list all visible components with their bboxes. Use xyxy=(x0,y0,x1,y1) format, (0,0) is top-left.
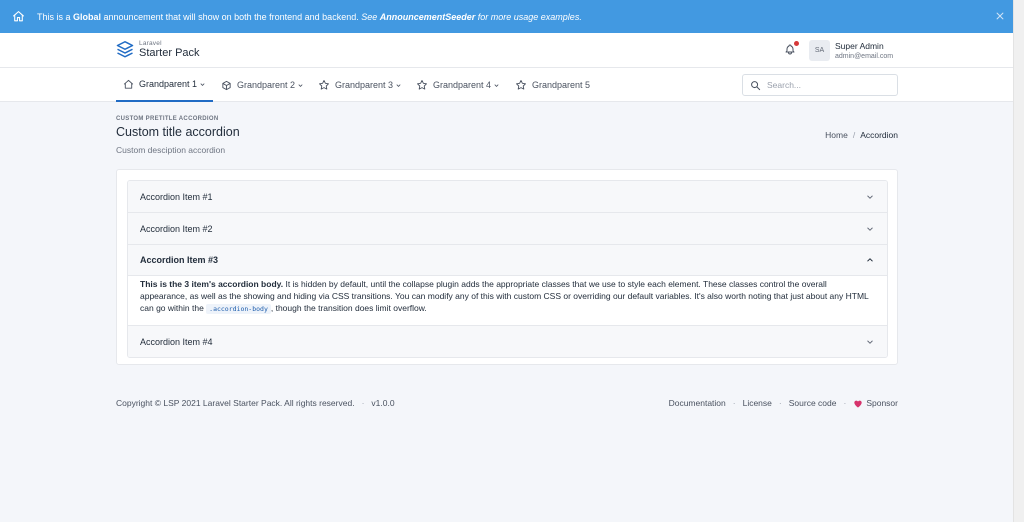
sponsor-link[interactable]: Sponsor xyxy=(853,398,898,408)
accordion: Accordion Item #1 Accordion Item #2 Acco… xyxy=(127,180,888,358)
star-icon xyxy=(416,79,428,91)
nav-label: Grandparent 5 xyxy=(532,80,591,90)
home-icon xyxy=(12,10,25,23)
user-email: admin@email.com xyxy=(835,53,894,60)
license-link[interactable]: License xyxy=(743,398,772,408)
announcement-suffix: for more usage examples. xyxy=(475,11,582,22)
accordion-title: Accordion Item #3 xyxy=(140,255,219,265)
version-link[interactable]: v1.0.0 xyxy=(371,398,394,408)
nav-item-grandparent-2[interactable]: Grandparent 2 xyxy=(221,68,304,102)
home-icon xyxy=(123,79,134,90)
sponsor-label: Sponsor xyxy=(866,398,898,408)
user-name[interactable]: Super Admin xyxy=(835,41,884,51)
nav-label: Grandparent 4 xyxy=(433,80,492,90)
accordion-body: This is the 3 item's accordion body. It … xyxy=(128,276,887,325)
page-title: Custom title accordion xyxy=(116,125,240,139)
copyright-text: Copyright © LSP 2021 Laravel Starter Pac… xyxy=(116,398,355,408)
footer-left: Copyright © LSP 2021 Laravel Starter Pac… xyxy=(116,398,395,408)
accordion-title: Accordion Item #1 xyxy=(140,191,213,202)
footer-separator: · xyxy=(778,398,782,408)
accordion-header[interactable]: Accordion Item #1 xyxy=(128,181,887,212)
accordion-header[interactable]: Accordion Item #3 xyxy=(128,245,887,276)
accordion-body-code: .accordion-body xyxy=(206,304,271,314)
chevron-down-icon xyxy=(297,82,304,89)
chevron-down-icon xyxy=(865,224,875,234)
announcement-bar: This is a Global announcement that will … xyxy=(0,0,1013,33)
chevron-up-icon xyxy=(865,255,875,265)
announcement-seeder: AnnouncementSeeder xyxy=(379,11,476,22)
topbar: Laravel Starter Pack SA Super Admin admi… xyxy=(0,33,1013,68)
star-icon xyxy=(515,79,527,91)
nav-item-grandparent-1[interactable]: Grandparent 1 xyxy=(116,68,213,102)
accordion-body-text-end: , though the transition does limit overf… xyxy=(270,303,427,313)
package-icon xyxy=(221,80,232,91)
announcement-see: See xyxy=(361,11,380,22)
heart-icon xyxy=(853,399,863,408)
nav-label: Grandparent 1 xyxy=(139,79,198,89)
chevron-down-icon xyxy=(493,82,500,89)
main-nav: Grandparent 1 Grandparent 2 Grandparent … xyxy=(0,68,1013,102)
nav-label: Grandparent 3 xyxy=(335,80,394,90)
nav-item-grandparent-4[interactable]: Grandparent 4 xyxy=(416,68,500,102)
accordion-item: Accordion Item #2 xyxy=(128,213,887,245)
announcement-bold: Global xyxy=(73,11,102,22)
documentation-link[interactable]: Documentation xyxy=(669,398,726,408)
accordion-body-strong: This is the 3 item's accordion body. xyxy=(140,279,284,289)
accordion-item-open: Accordion Item #3 This is the 3 item's a… xyxy=(128,245,887,326)
accordion-title: Accordion Item #2 xyxy=(140,223,213,234)
search-box[interactable] xyxy=(742,74,898,96)
footer-separator: · xyxy=(732,398,736,408)
chevron-down-icon xyxy=(865,192,875,202)
close-icon[interactable] xyxy=(995,11,1005,21)
page-description: Custom desciption accordion xyxy=(116,145,226,155)
footer-separator: · xyxy=(361,398,365,408)
nav-label: Grandparent 2 xyxy=(237,80,296,90)
accordion-item: Accordion Item #4 xyxy=(128,326,887,357)
layers-icon xyxy=(116,40,134,60)
breadcrumb: Home / Accordion xyxy=(825,130,898,140)
footer-separator: · xyxy=(843,398,847,408)
announcement-prefix: This is a xyxy=(37,11,74,22)
breadcrumb-current: Accordion xyxy=(860,130,898,140)
search-icon xyxy=(750,80,761,91)
nav-item-grandparent-3[interactable]: Grandparent 3 xyxy=(318,68,402,102)
footer-links: Documentation · License · Source code · … xyxy=(669,398,898,408)
accordion-card: Accordion Item #1 Accordion Item #2 Acco… xyxy=(116,169,898,365)
chevron-down-icon xyxy=(199,81,206,88)
breadcrumb-separator: / xyxy=(852,130,856,140)
notification-badge xyxy=(794,41,799,46)
avatar[interactable]: SA xyxy=(809,40,830,61)
announcement-text: This is a Global announcement that will … xyxy=(37,12,582,22)
breadcrumb-home[interactable]: Home xyxy=(825,130,848,140)
source-code-link[interactable]: Source code xyxy=(789,398,837,408)
chevron-down-icon xyxy=(395,82,402,89)
accordion-item: Accordion Item #1 xyxy=(128,181,887,213)
brand-name: Starter Pack xyxy=(139,47,200,60)
announcement-body: announcement that will show on both the … xyxy=(101,11,362,22)
search-input[interactable] xyxy=(767,80,887,90)
page-pretitle: CUSTOM PRETITLE ACCORDION xyxy=(116,116,219,122)
accordion-header[interactable]: Accordion Item #2 xyxy=(128,213,887,244)
accordion-title: Accordion Item #4 xyxy=(140,336,213,347)
nav-item-grandparent-5[interactable]: Grandparent 5 xyxy=(515,68,590,102)
scrollbar[interactable] xyxy=(1013,0,1024,522)
accordion-header[interactable]: Accordion Item #4 xyxy=(128,326,887,357)
brand-logo[interactable]: Laravel Starter Pack xyxy=(116,40,200,60)
star-icon xyxy=(318,79,330,91)
chevron-down-icon xyxy=(865,337,875,347)
